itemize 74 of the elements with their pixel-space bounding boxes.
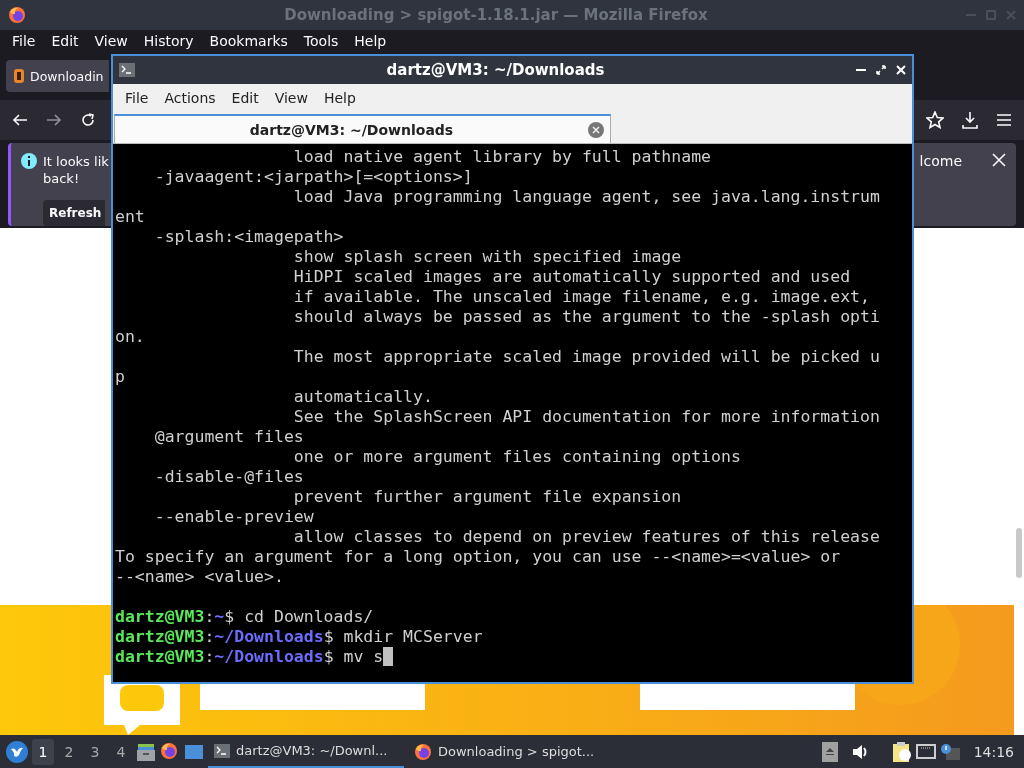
notification-text: back! — [43, 170, 81, 187]
info-icon — [21, 153, 37, 169]
firefox-icon — [8, 6, 26, 24]
prompt-line: dartz@VM3:~/Downloads$ mv s — [115, 647, 394, 667]
taskbar-task[interactable]: dartz@VM3: ~/Downl... — [208, 735, 404, 768]
menu-item[interactable]: View — [266, 90, 316, 106]
workspace-button[interactable]: 2 — [58, 738, 80, 765]
terminal-output-line: See the SplashScreen API documentation for more information — [292, 407, 880, 427]
prompt-line: dartz@VM3:~$ cd Downloads/ — [115, 607, 374, 627]
terminal-output-line: if available. The unscaled image filename, e.g. image.ext, — [292, 287, 870, 307]
terminal-output-line: The most appropriate scaled image provided will be picked u — [292, 347, 880, 367]
firefox-icon — [414, 742, 432, 761]
menu-item[interactable]: Actions — [156, 90, 224, 106]
terminal-output-line: --enable-preview — [153, 507, 314, 527]
file-cabinet-icon[interactable] — [136, 741, 156, 762]
terminal-output-line: allow classes to depend on preview features of this release — [292, 527, 880, 547]
terminal-output-line: ent — [115, 207, 145, 227]
terminal-output-line: prevent further argument file expansion — [292, 487, 682, 507]
workspace-button[interactable]: 4 — [110, 738, 132, 765]
notification-text: It looks lik — [43, 153, 109, 170]
menu-item[interactable]: View — [86, 33, 136, 49]
window-title: dartz@VM3: ~/Downloads — [385, 61, 606, 79]
notification-icon[interactable] — [939, 742, 960, 761]
eject-icon[interactable] — [821, 741, 838, 762]
menu-icon[interactable] — [996, 113, 1012, 127]
window-title: Downloading > spigot-1.18.1.jar — Mozilla Firefox — [283, 6, 709, 24]
menu-item[interactable]: File — [4, 33, 44, 49]
menu-item[interactable]: Edit — [223, 90, 267, 106]
terminal-output-line: -disable-@files — [153, 467, 304, 487]
forward-arrow-icon[interactable] — [46, 112, 62, 128]
close-tab-icon[interactable] — [588, 121, 604, 138]
terminal-output-line: HiDPI scaled images are automatically supported and used — [292, 267, 851, 287]
menu-item[interactable]: History — [135, 33, 202, 49]
terminal-output-line: -javaagent:<jarpath>[=<options>] — [153, 167, 473, 187]
clipboard-icon[interactable] — [891, 740, 912, 763]
menu-item[interactable]: Help — [346, 33, 395, 49]
terminal-output-line: p — [115, 367, 125, 387]
menu-item[interactable]: Help — [315, 90, 364, 106]
terminal-icon — [214, 743, 230, 758]
terminal-output-line: -splash:<imagepath> — [153, 227, 344, 247]
menu-item[interactable]: Bookmarks — [201, 33, 296, 49]
terminal-output-line: should always be passed as the argument to the -splash opti — [292, 307, 880, 327]
desktop-icon[interactable] — [184, 742, 204, 761]
start-menu-icon[interactable] — [6, 740, 28, 763]
terminal-icon — [119, 63, 135, 77]
menu-item[interactable]: Edit — [43, 33, 87, 49]
terminal-output-line: load native agent library by full pathname — [292, 147, 712, 167]
workspace-button[interactable]: 1 — [32, 738, 54, 765]
terminal-output-line: automatically. — [292, 387, 433, 407]
terminal-output-line: show splash screen with specified image — [292, 247, 682, 267]
terminal-tab[interactable]: dartz@VM3: ~/Downloads — [114, 114, 611, 143]
network-icon[interactable] — [915, 742, 936, 761]
prompt-line: dartz@VM3:~/Downloads$ mkdir MCServer — [115, 627, 483, 647]
browser-tab[interactable]: Downloadin — [6, 60, 109, 92]
terminal-output-line: To specify an argument for a long option, you can use --<name>=<value> or — [115, 547, 841, 567]
terminal-output-line: load Java programming language agent, see java.lang.instrum — [292, 187, 880, 207]
menu-item[interactable]: File — [117, 90, 157, 106]
star-icon[interactable] — [926, 111, 944, 129]
taskbar-task[interactable]: Downloading > spigot... — [408, 735, 604, 768]
download-icon[interactable] — [962, 111, 978, 129]
terminal-output-line: @argument files — [153, 427, 304, 447]
terminal-output-line: --<name> <value>. — [115, 567, 284, 587]
reload-icon[interactable] — [80, 112, 96, 128]
notification-text: lcome — [919, 153, 963, 170]
firefox-icon[interactable] — [160, 741, 180, 762]
workspace-button[interactable]: 3 — [84, 738, 106, 765]
back-arrow-icon[interactable] — [12, 112, 28, 128]
terminal-output-line: one or more argument files containing options — [292, 447, 741, 467]
favicon-icon — [13, 68, 25, 84]
clock: 14:16 — [972, 743, 1015, 760]
scrollbar[interactable] — [1016, 528, 1022, 578]
refresh-button[interactable]: Refresh — [43, 200, 105, 226]
terminal-output-line: on. — [115, 327, 145, 347]
menu-item[interactable]: Tools — [295, 33, 347, 49]
